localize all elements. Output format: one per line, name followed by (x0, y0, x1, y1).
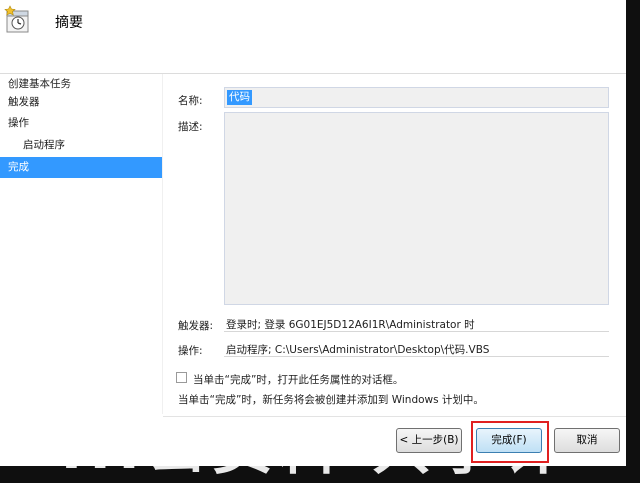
action-value: 启动程序; C:\Users\Administrator\Desktop\代码.… (226, 344, 490, 356)
name-field[interactable]: 代码 (224, 87, 609, 108)
name-value: 代码 (227, 90, 252, 105)
cancel-button[interactable]: 取消 (554, 428, 620, 453)
trigger-underline (224, 331, 609, 332)
trigger-label: 触发器: (178, 320, 214, 332)
action-underline (224, 356, 609, 357)
open-properties-checkbox[interactable] (176, 372, 187, 383)
action-label: 操作: (178, 345, 203, 357)
open-properties-label[interactable]: 当单击“完成”时，打开此任务属性的对话框。 (193, 372, 403, 387)
wizard-header: 摘要 (0, 0, 626, 74)
description-label: 描述: (178, 121, 203, 133)
back-button[interactable]: < 上一步(B) (396, 428, 462, 453)
name-label: 名称: (178, 95, 203, 107)
task-scheduler-icon (4, 5, 29, 33)
sidebar-divider (162, 74, 163, 414)
finish-highlight-box (471, 421, 549, 463)
trigger-value: 登录时; 登录 6G01EJ5D12A6I1R\Administrator 时 (226, 319, 475, 331)
step-trigger[interactable]: 触发器 (0, 92, 162, 113)
step-start-program[interactable]: 启动程序 (0, 135, 162, 156)
finish-note: 当单击“完成”时，新任务将会被创建并添加到 Windows 计划中。 (178, 394, 484, 406)
step-action[interactable]: 操作 (0, 113, 162, 134)
page-title: 摘要 (55, 15, 83, 31)
create-task-wizard-window: 摘要 创建基本任务 触发器 操作 启动程序 完成 名称: 代码 描述: 触发器:… (0, 0, 626, 466)
step-finish[interactable]: 完成 (0, 157, 162, 178)
description-field[interactable] (224, 112, 609, 305)
footer-divider (163, 416, 626, 417)
wizard-steps-sidebar: 创建基本任务 触发器 操作 启动程序 完成 (0, 74, 162, 466)
